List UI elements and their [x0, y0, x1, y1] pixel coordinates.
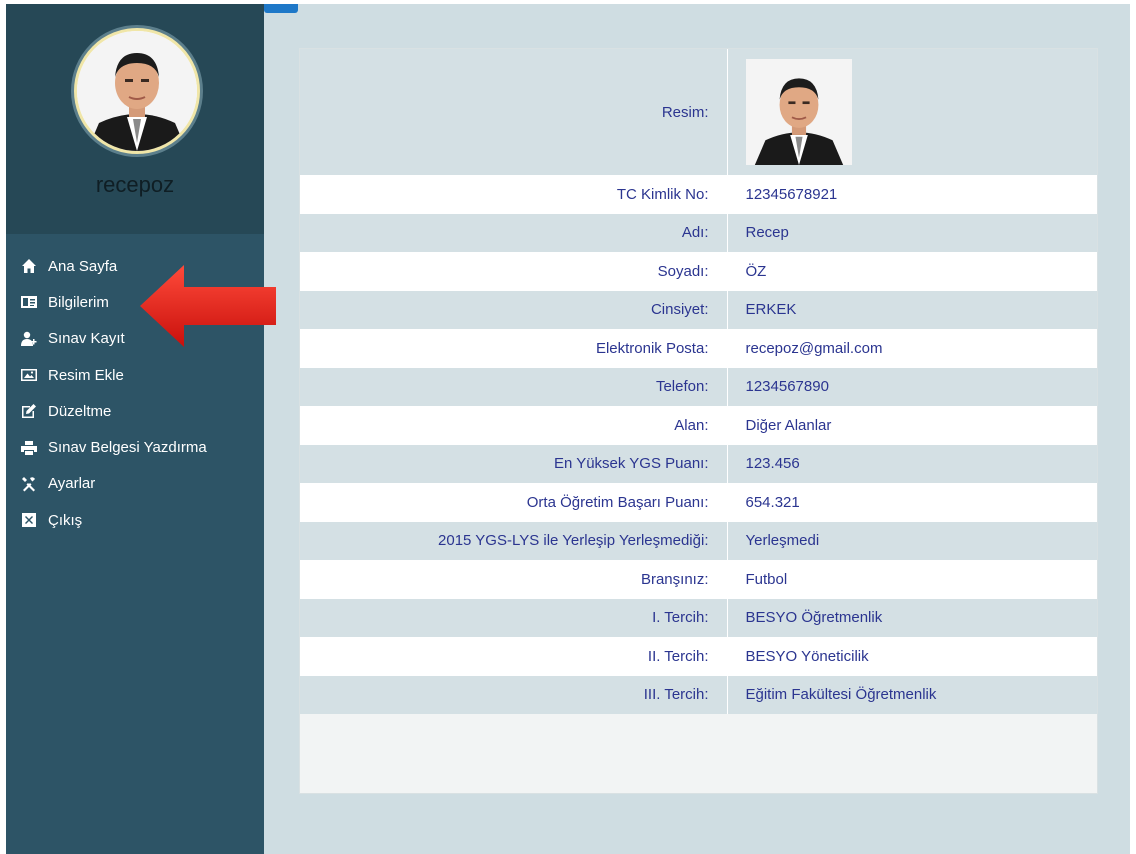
- field-label: En Yüksek YGS Puanı:: [300, 444, 728, 483]
- edit-icon: [20, 402, 38, 420]
- table-row: Adı: Recep: [300, 213, 1097, 252]
- avatar: [74, 28, 200, 154]
- field-value: 12345678921: [745, 185, 838, 203]
- id-card-icon: [20, 293, 38, 311]
- field-label: 2015 YGS-LYS ile Yerleşip Yerleşmediği:: [300, 521, 728, 560]
- sidebar-item-cikis[interactable]: Çıkış: [6, 502, 264, 538]
- table-row: Telefon: 1234567890: [300, 367, 1097, 406]
- username: recepoz: [95, 172, 175, 197]
- field-value: Eğitim Fakültesi Öğretmenlik: [745, 686, 937, 704]
- table-row: Soyadı: ÖZ: [300, 252, 1097, 291]
- field-value: Futbol: [745, 570, 788, 588]
- avatar-photo: [77, 31, 197, 151]
- picture-icon: [20, 366, 38, 384]
- sidebar-item-sinav-belgesi-yazdirma[interactable]: Sınav Belgesi Yazdırma: [6, 429, 264, 465]
- table-row: Cinsiyet: ERKEK: [300, 290, 1097, 329]
- table-row: III. Tercih: Eğitim Fakültesi Öğretmenlik: [300, 675, 1097, 714]
- table-row: Elektronik Posta: recepoz@gmail.com: [300, 329, 1097, 368]
- sidebar-item-label: Çıkış: [48, 511, 83, 529]
- close-box-icon: [20, 511, 38, 529]
- tools-icon: [20, 475, 38, 493]
- field-label: III. Tercih:: [300, 675, 728, 714]
- field-value: BESYO Yöneticilik: [745, 647, 869, 665]
- sidebar-item-label: Sınav Belgesi Yazdırma: [48, 439, 207, 457]
- sidebar: recepoz Ana Sayfa Bilgilerim Sınav Kayıt…: [6, 4, 264, 854]
- field-value: Diğer Alanlar: [745, 416, 832, 434]
- field-value: 654.321: [745, 493, 800, 511]
- field-label: II. Tercih:: [300, 637, 728, 676]
- field-value: 1234567890: [745, 378, 829, 396]
- field-value: BESYO Öğretmenlik: [745, 609, 883, 627]
- printer-icon: [20, 439, 38, 457]
- field-label: Adı:: [300, 213, 728, 252]
- table-row-photo: Resim:: [300, 49, 1097, 175]
- field-label: Alan:: [300, 406, 728, 445]
- pointer-arrow: [140, 265, 276, 347]
- student-photo: [745, 59, 852, 165]
- field-value: 123.456: [745, 455, 800, 473]
- sidebar-item-label: Bilgilerim: [48, 293, 109, 311]
- field-value: ERKEK: [745, 301, 797, 319]
- table-row: Alan: Diğer Alanlar: [300, 406, 1097, 445]
- table-row: TC Kimlik No: 12345678921: [300, 175, 1097, 214]
- table-row: En Yüksek YGS Puanı: 123.456: [300, 444, 1097, 483]
- home-icon: [20, 257, 38, 275]
- field-label: Elektronik Posta:: [300, 329, 728, 368]
- field-label: TC Kimlik No:: [300, 175, 728, 214]
- sidebar-item-duzeltme[interactable]: Düzeltme: [6, 393, 264, 429]
- student-info-panel: Resim: TC Kimlik No: 12345678921 Adı: Re…: [299, 48, 1098, 794]
- table-row: Branşınız: Futbol: [300, 560, 1097, 599]
- user-plus-icon: [20, 330, 38, 348]
- sidebar-item-label: Ayarlar: [48, 475, 96, 493]
- field-label: Resim:: [300, 49, 728, 175]
- table-row: 2015 YGS-LYS ile Yerleşip Yerleşmediği: Y…: [300, 521, 1097, 560]
- field-label: Soyadı:: [300, 252, 728, 291]
- table-row: II. Tercih: BESYO Yöneticilik: [300, 637, 1097, 676]
- sidebar-item-label: Düzeltme: [48, 402, 112, 420]
- sidebar-item-label: Ana Sayfa: [48, 257, 118, 275]
- field-value: Yerleşmedi: [745, 532, 820, 550]
- sidebar-toggle-tab[interactable]: [264, 4, 298, 13]
- field-label: Telefon:: [300, 367, 728, 406]
- field-value: recepoz@gmail.com: [745, 339, 883, 357]
- field-label: Orta Öğretim Başarı Puanı:: [300, 483, 728, 522]
- sidebar-item-label: Resim Ekle: [48, 366, 124, 384]
- sidebar-item-label: Sınav Kayıt: [48, 330, 125, 348]
- field-label: I. Tercih:: [300, 598, 728, 637]
- sidebar-item-ayarlar[interactable]: Ayarlar: [6, 466, 264, 502]
- field-value: Recep: [745, 224, 789, 242]
- field-label: Branşınız:: [300, 560, 728, 599]
- table-row: I. Tercih: BESYO Öğretmenlik: [300, 598, 1097, 637]
- profile-header: recepoz: [6, 4, 264, 234]
- field-label: Cinsiyet:: [300, 290, 728, 329]
- field-value: ÖZ: [745, 262, 767, 280]
- sidebar-item-resim-ekle[interactable]: Resim Ekle: [6, 357, 264, 393]
- student-photo-image: [745, 59, 852, 165]
- student-info-table: Resim: TC Kimlik No: 12345678921 Adı: Re…: [300, 49, 1097, 714]
- table-row: Orta Öğretim Başarı Puanı: 654.321: [300, 483, 1097, 522]
